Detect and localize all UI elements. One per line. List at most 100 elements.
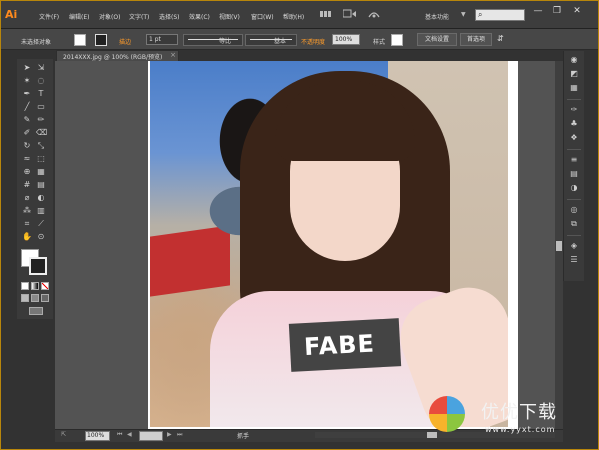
rotate-icon[interactable]: ↻ bbox=[22, 141, 32, 151]
stroke-swatch[interactable] bbox=[95, 34, 107, 46]
scale-icon[interactable]: ⤡ bbox=[36, 141, 46, 151]
eyedropper-icon[interactable]: ⌀ bbox=[22, 193, 32, 203]
draw-normal-icon[interactable] bbox=[21, 294, 29, 302]
hand-icon[interactable]: ✋ bbox=[22, 232, 32, 242]
panel-dock: ◉ ◩ ▦ ✑ ♣ ❖ ≡ ▤ ◑ ◎ ⧉ ◈ ☰ bbox=[563, 51, 584, 281]
perspective-grid-icon[interactable]: ▦ bbox=[36, 167, 46, 177]
direct-selection-tool-icon[interactable]: ⇲ bbox=[36, 63, 46, 73]
arrange-documents-icon[interactable] bbox=[342, 9, 357, 19]
none-mode-icon[interactable] bbox=[41, 282, 49, 290]
app-logo: Ai bbox=[5, 8, 18, 21]
warp-icon[interactable]: ≈ bbox=[22, 154, 32, 164]
first-artboard-icon[interactable]: ⏮ bbox=[117, 431, 122, 439]
gpu-performance-icon[interactable] bbox=[367, 9, 381, 19]
restore-button[interactable]: ❐ bbox=[550, 6, 564, 17]
shape-builder-icon[interactable]: ⊕ bbox=[22, 167, 32, 177]
stroke-label[interactable]: 描边 bbox=[119, 37, 131, 46]
transparency-icon[interactable]: ◑ bbox=[569, 183, 579, 193]
swatches-icon[interactable]: ▦ bbox=[569, 83, 579, 93]
draw-behind-icon[interactable] bbox=[31, 294, 39, 302]
stroke-icon[interactable]: ≡ bbox=[569, 155, 579, 165]
control-bar: 未选择对象 描边 1 pt 等比 基本 不透明度 100% 样式 文档设置 首选… bbox=[1, 29, 598, 50]
pencil-icon[interactable]: ✏ bbox=[36, 115, 46, 125]
menu-effect[interactable]: 效果(C) bbox=[189, 12, 210, 21]
eraser-icon[interactable]: ⌫ bbox=[36, 128, 47, 138]
mesh-icon[interactable]: # bbox=[22, 180, 32, 190]
last-artboard-icon[interactable]: ⏭ bbox=[177, 431, 182, 439]
menu-file[interactable]: 文件(F) bbox=[39, 12, 59, 21]
layers-stack-icon[interactable]: ☰ bbox=[569, 255, 579, 265]
watermark-logo-icon bbox=[429, 396, 465, 432]
screen-mode-icon[interactable] bbox=[29, 307, 43, 315]
color-mode-icon[interactable] bbox=[21, 282, 29, 290]
prev-artboard-icon[interactable]: ◀ bbox=[127, 431, 132, 438]
arrange-icon[interactable]: ⇵ bbox=[497, 34, 504, 43]
artboard-nav-icon[interactable]: ⇱ bbox=[61, 431, 66, 438]
menu-type[interactable]: 文字(T) bbox=[129, 12, 149, 21]
paintbrush-icon[interactable]: ✎ bbox=[22, 115, 32, 125]
draw-inside-icon[interactable] bbox=[41, 294, 49, 302]
variable-width-profile[interactable] bbox=[183, 34, 243, 46]
color-icon[interactable]: ◉ bbox=[569, 55, 579, 65]
column-graph-icon[interactable]: ▥ bbox=[36, 206, 46, 216]
stroke-weight-field[interactable]: 1 pt bbox=[146, 34, 178, 45]
shirt-graphic-text: FABE bbox=[303, 329, 376, 362]
opacity-field[interactable]: 100% bbox=[332, 34, 360, 45]
slice-icon[interactable]: ⟋ bbox=[36, 219, 46, 229]
photo-shirt-graphic: FABE bbox=[288, 318, 402, 372]
appearance-icon[interactable]: ◎ bbox=[569, 205, 579, 215]
blob-brush-icon[interactable]: ✐ bbox=[22, 128, 32, 138]
brush-definition[interactable] bbox=[245, 34, 297, 46]
workspace-switcher[interactable]: 基本功能 bbox=[425, 12, 449, 21]
color-guide-icon[interactable]: ◩ bbox=[569, 69, 579, 79]
minimize-button[interactable]: — bbox=[531, 6, 545, 17]
line-tool-icon[interactable]: ╱ bbox=[22, 102, 32, 112]
magic-wand-icon[interactable]: ✶ bbox=[22, 76, 32, 86]
rectangle-tool-icon[interactable]: ▭ bbox=[36, 102, 46, 112]
selection-tool-icon[interactable]: ➤ bbox=[22, 63, 32, 73]
placed-photo[interactable]: FABE bbox=[150, 61, 508, 427]
search-input[interactable]: ⌕ bbox=[475, 9, 525, 21]
symbol-sprayer-icon[interactable]: ⁂ bbox=[22, 206, 32, 216]
free-transform-icon[interactable]: ⬚ bbox=[36, 154, 46, 164]
document-setup-button[interactable]: 文档设置 bbox=[417, 33, 457, 46]
graphic-styles-icon[interactable]: ❖ bbox=[569, 133, 579, 143]
toolbox: ➤ ⇲ ✶ ◌ ✒ T ╱ ▭ ✎ ✏ ✐ ⌫ ↻ ⤡ ≈ ⬚ ⊕ ▦ # ▤ … bbox=[17, 59, 53, 319]
zoom-field[interactable]: 100% bbox=[85, 431, 110, 441]
menu-edit[interactable]: 编辑(E) bbox=[69, 12, 89, 21]
zoom-icon[interactable]: ⊙ bbox=[36, 232, 46, 242]
menu-view[interactable]: 视图(V) bbox=[219, 12, 240, 21]
vertical-scroll-thumb[interactable] bbox=[556, 241, 562, 251]
pen-tool-icon[interactable]: ✒ bbox=[22, 89, 32, 99]
opacity-label[interactable]: 不透明度 bbox=[301, 37, 325, 46]
artboard-number-field[interactable] bbox=[139, 431, 163, 441]
blend-icon[interactable]: ◐ bbox=[36, 193, 46, 203]
close-tab-icon[interactable]: × bbox=[170, 51, 176, 59]
gradient-icon[interactable]: ▤ bbox=[36, 180, 46, 190]
lasso-icon[interactable]: ◌ bbox=[36, 76, 46, 86]
gradient-mode-icon[interactable] bbox=[31, 282, 39, 290]
graphic-style-swatch[interactable] bbox=[391, 34, 403, 46]
artboards-panel-icon[interactable]: ◈ bbox=[569, 241, 579, 251]
next-artboard-icon[interactable]: ▶ bbox=[167, 431, 172, 438]
symbols-icon[interactable]: ♣ bbox=[569, 119, 579, 129]
profile-label: 等比 bbox=[219, 38, 232, 45]
menu-object[interactable]: 对象(O) bbox=[99, 12, 120, 21]
brushes-icon[interactable]: ✑ bbox=[569, 105, 579, 115]
status-text[interactable]: 抓手 bbox=[237, 431, 249, 440]
layers-icon[interactable]: ⧉ bbox=[569, 219, 579, 229]
bridge-icon[interactable] bbox=[319, 9, 333, 19]
close-button[interactable]: ✕ bbox=[570, 6, 584, 17]
preferences-button[interactable]: 首选项 bbox=[460, 33, 492, 46]
menu-window[interactable]: 窗口(W) bbox=[251, 12, 274, 21]
fill-swatch[interactable] bbox=[74, 34, 86, 46]
menu-help[interactable]: 帮助(H) bbox=[283, 12, 304, 21]
gradient-panel-icon[interactable]: ▤ bbox=[569, 169, 579, 179]
artboard-icon[interactable]: ⌗ bbox=[22, 219, 32, 229]
menu-select[interactable]: 选择(S) bbox=[159, 12, 180, 21]
stroke-color-swatch[interactable] bbox=[29, 257, 47, 275]
canvas-area[interactable]: FABE bbox=[55, 61, 555, 429]
chevron-down-icon[interactable]: ▼ bbox=[461, 11, 466, 18]
vertical-scrollbar[interactable] bbox=[555, 61, 563, 429]
type-tool-icon[interactable]: T bbox=[36, 89, 46, 99]
